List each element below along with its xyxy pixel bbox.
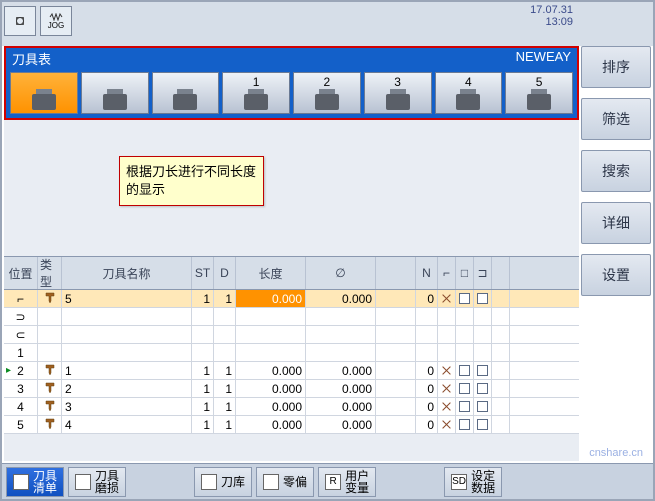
bottom-label: 用户变量 [345, 470, 369, 494]
x-icon [441, 401, 452, 412]
th-d: D [214, 257, 236, 289]
table-header: 位置 类型 刀具名称 ST D 长度 ∅ N ⌐ □ ⊐ [4, 256, 579, 290]
detail-button[interactable]: 详细 [581, 202, 651, 244]
checkbox[interactable] [477, 293, 488, 304]
checkbox[interactable] [459, 401, 470, 412]
drill-icon [44, 363, 56, 378]
callout-note: 根据刀长进行不同长度的显示 [119, 156, 264, 206]
magazine-slot-5[interactable]: 3 [364, 72, 432, 114]
filter-button[interactable]: 筛选 [581, 98, 651, 140]
bottom-icon [75, 474, 91, 490]
datetime: 17.07.31 13:09 [530, 4, 573, 28]
right-sidebar: 排序 筛选 搜索 详细 设置 [581, 46, 651, 296]
th-icon2: □ [456, 257, 474, 289]
time-text: 13:09 [530, 16, 573, 28]
table-body: ⌐5110.0000.0000⊃⊂121110.0000.000032110.0… [4, 290, 579, 434]
drill-icon [44, 417, 56, 432]
bottom-label: 刀具磨损 [95, 470, 119, 494]
table-row[interactable]: 43110.0000.0000 [4, 398, 579, 416]
th-name: 刀具名称 [62, 257, 192, 289]
th-length: 长度 [236, 257, 306, 289]
bottom-btn-5[interactable]: SD设定数据 [444, 467, 502, 497]
watermark: cnshare.cn [589, 447, 643, 459]
tool-magazine-bar: 刀具表 NEWEAY 12345 [4, 46, 579, 120]
bottom-icon [263, 474, 279, 490]
th-icon3: ⊐ [474, 257, 492, 289]
magazine-slot-4[interactable]: 2 [293, 72, 361, 114]
sort-button[interactable]: 排序 [581, 46, 651, 88]
bottom-label: 设定数据 [471, 470, 495, 494]
jog-mode-icon[interactable]: JOG [40, 6, 72, 36]
search-button[interactable]: 搜索 [581, 150, 651, 192]
magazine-title: 刀具表 [12, 49, 51, 68]
bottom-icon [201, 474, 217, 490]
main-area: 刀具表 NEWEAY 12345 根据刀长进行不同长度的显示 位置 类型 刀具名… [4, 46, 579, 461]
tool-table: 位置 类型 刀具名称 ST D 长度 ∅ N ⌐ □ ⊐ ⌐5110.0000.… [4, 256, 579, 434]
bottom-label: 刀具清单 [33, 470, 57, 494]
bottom-btn-4[interactable]: R用户变量 [318, 467, 376, 497]
magazine-slot-1[interactable] [81, 72, 149, 114]
checkbox[interactable] [477, 401, 488, 412]
bottom-label: 刀库 [221, 476, 245, 488]
bottom-icon [13, 474, 29, 490]
th-icon4 [492, 257, 510, 289]
th-position: 位置 [4, 257, 38, 289]
drill-icon [44, 399, 56, 414]
magazine-slot-3[interactable]: 1 [222, 72, 290, 114]
checkbox[interactable] [477, 383, 488, 394]
checkbox[interactable] [477, 365, 488, 376]
machine-icon[interactable] [4, 6, 36, 36]
checkbox[interactable] [477, 419, 488, 430]
x-icon [441, 383, 452, 394]
table-row[interactable]: 32110.0000.0000 [4, 380, 579, 398]
drill-icon [44, 381, 56, 396]
th-icon1: ⌐ [438, 257, 456, 289]
bottom-label: 零偏 [283, 476, 307, 488]
bottom-icon: SD [451, 474, 467, 490]
checkbox[interactable] [459, 365, 470, 376]
drill-icon [44, 291, 56, 306]
bottom-btn-1[interactable]: 刀具磨损 [68, 467, 126, 497]
table-row[interactable]: 54110.0000.0000 [4, 416, 579, 434]
table-row[interactable]: ⌐5110.0000.0000 [4, 290, 579, 308]
magazine-slot-0[interactable] [10, 72, 78, 114]
settings-button[interactable]: 设置 [581, 254, 651, 296]
bottom-btn-0[interactable]: 刀具清单 [6, 467, 64, 497]
th-n: N [416, 257, 438, 289]
date-text: 17.07.31 [530, 4, 573, 16]
bottom-icon: R [325, 474, 341, 490]
th-diameter: ∅ [306, 257, 376, 289]
checkbox[interactable] [459, 293, 470, 304]
jog-label: JOG [48, 21, 64, 30]
table-row[interactable]: 21110.0000.0000 [4, 362, 579, 380]
brand-label: NEWEAY [516, 49, 571, 68]
table-row[interactable]: 1 [4, 344, 579, 362]
th-gap [376, 257, 416, 289]
checkbox[interactable] [459, 383, 470, 394]
x-icon [441, 293, 452, 304]
magazine-slot-6[interactable]: 4 [435, 72, 503, 114]
top-bar: JOG 17.07.31 13:09 [2, 2, 653, 46]
bottom-btn-3[interactable]: 零偏 [256, 467, 314, 497]
magazine-slot-7[interactable]: 5 [505, 72, 573, 114]
magazine-slot-2[interactable] [152, 72, 220, 114]
bottom-btn-2[interactable]: 刀库 [194, 467, 252, 497]
table-row[interactable]: ⊂ [4, 326, 579, 344]
x-icon [441, 365, 452, 376]
x-icon [441, 419, 452, 430]
th-st: ST [192, 257, 214, 289]
th-type: 类型 [38, 257, 62, 289]
magazine-slots: 12345 [6, 69, 577, 118]
table-row[interactable]: ⊃ [4, 308, 579, 326]
bottom-bar: 刀具清单 刀具磨损 刀库 零偏 R用户变量 SD设定数据 [2, 463, 653, 499]
checkbox[interactable] [459, 419, 470, 430]
